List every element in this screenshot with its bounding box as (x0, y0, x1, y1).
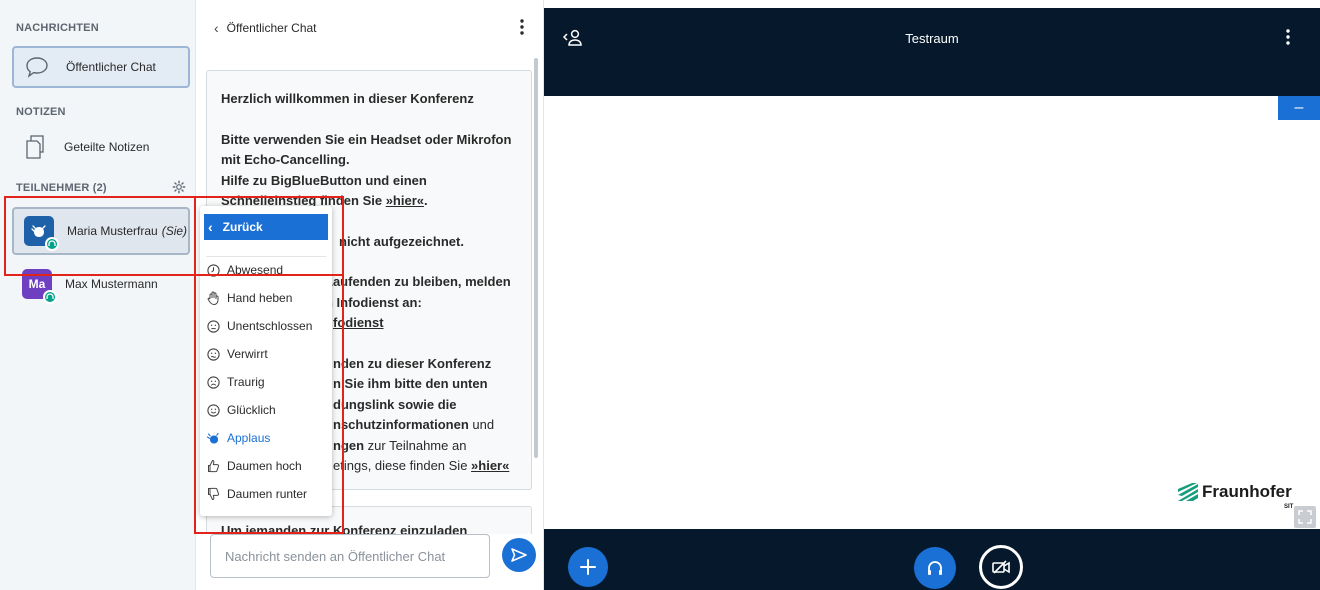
confused-face-icon (206, 347, 220, 361)
plus-icon (580, 559, 596, 575)
privacy-link[interactable]: »hier« (471, 458, 509, 473)
logo-sub: SIT (1284, 504, 1294, 510)
fraunhofer-mark-icon (1178, 483, 1198, 501)
status-confused[interactable]: Verwirrt (206, 342, 328, 366)
applause-status-icon (31, 225, 46, 237)
status-raise-hand[interactable]: Hand heben (206, 286, 328, 310)
welcome-line: Herzlich willkommen in dieser Konferenz (221, 91, 474, 106)
thumbs-up-icon (206, 459, 220, 473)
chevron-left-icon[interactable]: ‹ (214, 20, 219, 36)
camera-off-icon (992, 560, 1010, 574)
chat-header[interactable]: ‹ Öffentlicher Chat (214, 20, 317, 36)
chat-bubble-icon (22, 52, 52, 82)
raise-hand-icon (206, 291, 220, 305)
shared-notes-item[interactable]: Geteilte Notizen (12, 126, 190, 168)
audio-button[interactable] (914, 547, 956, 589)
camera-button[interactable] (979, 545, 1023, 589)
welcome-line: Bitte verwenden Sie ein Headset oder Mik… (221, 131, 512, 147)
thumbs-down-icon (206, 487, 220, 501)
avatar (24, 216, 59, 251)
chat-message-input[interactable] (210, 534, 490, 578)
help-link[interactable]: »hier« (386, 193, 424, 208)
avatar-initials: Ma (28, 277, 46, 291)
fullscreen-icon (1298, 510, 1312, 524)
send-button[interactable] (502, 538, 536, 572)
menu-back-label: Zurück (222, 220, 263, 234)
public-chat-label: Öffentlicher Chat (66, 60, 156, 74)
status-sad[interactable]: Traurig (206, 370, 328, 394)
action-bar (544, 529, 1320, 590)
neutral-face-icon (206, 319, 220, 333)
notes-icon (20, 132, 50, 162)
status-thumbs-down[interactable]: Daumen runter (206, 482, 328, 506)
user-row-maria[interactable]: Maria Musterfrau (Sie) (12, 207, 190, 255)
welcome-line: mit Echo-Cancelling. (221, 152, 350, 167)
user-list-panel: NACHRICHTEN Öffentlicher Chat NOTIZEN Ge… (0, 0, 196, 590)
chat-scrollbar[interactable] (534, 58, 538, 458)
public-chat-item[interactable]: Öffentlicher Chat (12, 46, 190, 88)
applause-icon (206, 431, 220, 445)
infodienst-link[interactable]: fodienst (333, 315, 384, 330)
status-away[interactable]: Abwesend (206, 258, 328, 282)
room-title: Testraum (905, 31, 959, 46)
shared-notes-label: Geteilte Notizen (64, 140, 150, 154)
menu-back-button[interactable]: ‹ Zurück (204, 214, 328, 240)
nav-bar: Testraum (544, 8, 1320, 96)
fullscreen-button[interactable] (1294, 506, 1316, 528)
gear-icon[interactable] (172, 180, 186, 194)
headphones-icon (928, 561, 942, 575)
actions-button[interactable] (568, 547, 608, 587)
happy-face-icon (206, 403, 220, 417)
user-self-suffix: (Sie) (161, 224, 188, 238)
clock-icon (206, 263, 220, 277)
options-kebab-icon[interactable] (1284, 28, 1292, 46)
user-row-max[interactable]: Ma Max Mustermann (12, 260, 190, 308)
status-happy[interactable]: Glücklich (206, 398, 328, 422)
user-name: Maria Musterfrau (67, 224, 158, 238)
fraunhofer-logo: Fraunhofer (1178, 482, 1292, 502)
headset-badge-icon (45, 237, 59, 251)
kebab-menu-icon[interactable] (518, 18, 526, 36)
minimize-presentation-button[interactable]: – (1278, 96, 1320, 120)
status-applause[interactable]: Applaus (206, 426, 328, 450)
notes-heading: NOTIZEN (16, 106, 66, 118)
status-thumbs-up[interactable]: Daumen hoch (206, 454, 328, 478)
main-area: Testraum – Fraunhofer SIT (544, 0, 1320, 590)
chat-title: Öffentlicher Chat (226, 21, 317, 35)
user-name: Max Mustermann (65, 277, 158, 291)
menu-divider (206, 256, 326, 257)
status-menu: ‹ Zurück Abwesend Hand heben Unentschlos… (200, 206, 332, 516)
status-undecided[interactable]: Unentschlossen (206, 314, 328, 338)
logo-text: Fraunhofer (1202, 482, 1292, 501)
headset-badge-icon (43, 290, 57, 304)
avatar: Ma (22, 269, 57, 304)
chevron-left-icon: ‹ (208, 219, 213, 235)
welcome-line: Hilfe zu BigBlueButton und einen (221, 172, 427, 188)
participants-heading: TEILNEHMER (2) (16, 182, 107, 194)
sad-face-icon (206, 375, 220, 389)
send-icon (511, 548, 527, 562)
messages-heading: NACHRICHTEN (16, 22, 99, 34)
